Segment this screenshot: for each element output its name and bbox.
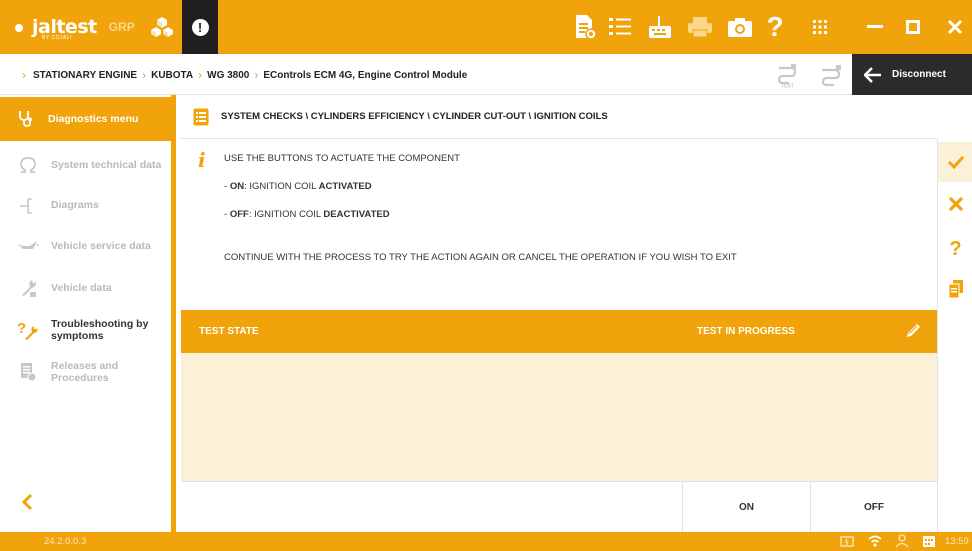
breadcrumb-item-system[interactable]: EControls ECM 4G, Engine Control Module	[263, 70, 467, 81]
sidebar-header[interactable]: Diagnostics menu	[0, 97, 171, 141]
breadcrumb-item-model[interactable]: WG 3800	[207, 70, 249, 81]
question-icon: ?	[949, 237, 962, 260]
oil-can-icon	[17, 235, 39, 257]
sidebar-item-troubleshooting[interactable]: ? Troubleshooting by symptoms	[0, 310, 171, 350]
list-box-icon	[193, 108, 209, 125]
keyboard-icon[interactable]	[645, 12, 675, 42]
instruction-state: DEACTIVATED	[323, 209, 390, 220]
test-status: TEST IN PROGRESS	[697, 326, 795, 337]
back-chevron-icon[interactable]	[20, 491, 40, 515]
right-action-column: ?	[937, 139, 972, 532]
cable-connection-icon[interactable]	[818, 62, 844, 88]
user-icon	[895, 534, 909, 548]
pencil-icon[interactable]	[904, 322, 922, 340]
main-header: SYSTEM CHECKS \ CYLINDERS EFFICIENCY \ C…	[181, 95, 937, 139]
sidebar-item-releases-procedures[interactable]: Releases and Procedures	[0, 352, 171, 392]
sidebar-item-label: System technical data	[51, 159, 162, 171]
document-icon	[17, 361, 39, 383]
check-icon	[947, 155, 964, 169]
troubleshoot-icon: ?	[17, 319, 39, 341]
version-label: 24.2.0.0.3	[44, 536, 87, 547]
logo-dot-icon	[15, 24, 23, 32]
close-icon[interactable]	[938, 10, 972, 44]
disconnect-button[interactable]: Disconnect	[852, 54, 972, 95]
info-icon: i	[198, 148, 206, 172]
action-button-row: ON OFF	[181, 481, 937, 533]
cubes-icon[interactable]	[149, 16, 175, 38]
test-state-panel	[181, 353, 937, 481]
instruction-desc: : IGNITION COIL	[244, 181, 319, 192]
page-title: SYSTEM CHECKS \ CYLINDERS EFFICIENCY \ C…	[221, 111, 608, 122]
diagram-icon	[17, 194, 39, 216]
camera-icon[interactable]	[725, 12, 755, 42]
instruction-key: OFF	[229, 209, 249, 220]
svg-text:TEST: TEST	[781, 84, 794, 89]
sidebar: Diagnostics menu System technical data D…	[0, 95, 176, 532]
off-button[interactable]: OFF	[810, 482, 937, 533]
documents-icon	[948, 280, 963, 299]
sidebar-item-label: Releases and Procedures	[51, 360, 119, 384]
breadcrumb-separator: ›	[142, 68, 147, 82]
minimize-icon[interactable]	[858, 10, 892, 44]
omega-icon	[17, 154, 39, 176]
confirm-button[interactable]	[938, 142, 972, 182]
breadcrumb-separator: ›	[198, 68, 203, 82]
on-button[interactable]: ON	[682, 482, 810, 533]
sidebar-header-label: Diagnostics menu	[48, 113, 139, 125]
instruction-state: ACTIVATED	[318, 181, 372, 192]
svg-text:?: ?	[17, 320, 26, 337]
list-icon[interactable]	[605, 12, 635, 42]
brand-sub: BY COJALI	[42, 35, 72, 41]
sidebar-item-diagrams[interactable]: Diagrams	[0, 185, 171, 225]
instruction-key: ON	[229, 181, 245, 192]
instruction-off: - OFF: IGNITION COIL DEACTIVATED	[224, 209, 390, 220]
clock-label: 13:59	[945, 536, 969, 547]
cancel-icon	[948, 196, 963, 212]
help-button[interactable]: ?	[938, 229, 972, 269]
sidebar-item-label: Diagrams	[51, 199, 99, 211]
breadcrumb: › STATIONARY ENGINE › KUBOTA › WG 3800 ›…	[22, 68, 467, 82]
sidebar-item-label: Vehicle data	[51, 282, 112, 294]
battery-icon	[840, 536, 854, 547]
sidebar-item-vehicle-service-data[interactable]: Vehicle service data	[0, 226, 171, 266]
breadcrumb-item-vehicle-type[interactable]: STATIONARY ENGINE	[33, 70, 137, 81]
sidebar-item-label: Vehicle service data	[51, 240, 151, 252]
sidebar-item-vehicle-data[interactable]: Vehicle data	[0, 268, 171, 308]
test-connection-icon[interactable]: TEST	[775, 62, 799, 88]
test-state-header: TEST STATE TEST IN PROGRESS	[181, 310, 937, 353]
sidebar-item-label: Troubleshooting by symptoms	[51, 318, 149, 342]
alert-button[interactable]: !	[182, 0, 218, 54]
printer-icon[interactable]	[685, 12, 715, 42]
disconnect-label: Disconnect	[892, 69, 946, 80]
cancel-button[interactable]	[938, 184, 972, 224]
product-label: GRP	[108, 20, 135, 34]
instruction-continue: CONTINUE WITH THE PROCESS TO TRY THE ACT…	[224, 252, 737, 263]
alert-icon: !	[191, 18, 209, 36]
instruction-text: USE THE BUTTONS TO ACTUATE THE COMPONENT	[224, 153, 460, 164]
arrow-left-icon	[864, 66, 881, 83]
instruction-on: - ON: IGNITION COIL ACTIVATED	[224, 181, 372, 192]
report-icon[interactable]	[570, 12, 600, 42]
breadcrumb-item-brand[interactable]: KUBOTA	[151, 70, 193, 81]
calendar-icon	[923, 536, 935, 547]
wrench-icon	[17, 277, 39, 299]
documents-button[interactable]	[938, 269, 972, 309]
breadcrumb-separator: ›	[22, 68, 26, 82]
app-logo: jaltest BY COJALI GRP	[14, 14, 175, 41]
breadcrumb-separator: ›	[254, 68, 259, 82]
sidebar-item-system-technical-data[interactable]: System technical data	[0, 145, 171, 185]
apps-grid-icon[interactable]	[805, 12, 835, 42]
help-icon[interactable]: ?	[760, 11, 790, 42]
status-bar: 24.2.0.0.3 13:59	[0, 532, 972, 551]
test-state-label: TEST STATE	[199, 326, 259, 337]
wifi-icon	[868, 535, 882, 547]
top-bar: jaltest BY COJALI GRP ! ?	[0, 0, 972, 54]
maximize-icon[interactable]	[896, 10, 930, 44]
instruction-desc: : IGNITION COIL	[248, 209, 324, 220]
stethoscope-icon	[19, 111, 32, 127]
